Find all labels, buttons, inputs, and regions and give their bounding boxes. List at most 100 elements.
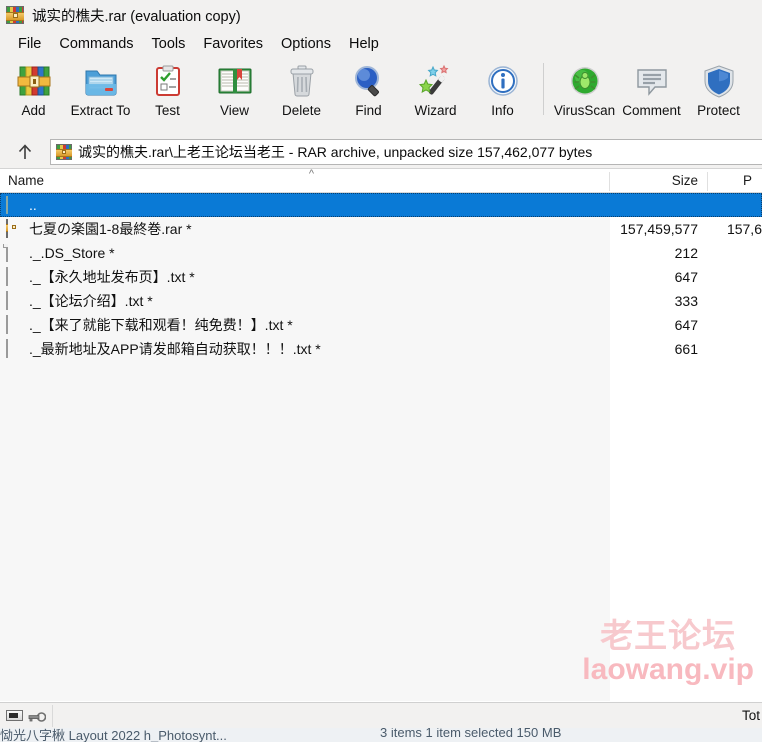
menu-item-favorites[interactable]: Favorites: [194, 34, 272, 54]
info-circle-icon: [485, 63, 521, 99]
sort-ascending-icon: ^: [308, 168, 315, 180]
file-rows: .. 七夏の楽園1-8最終巻.rar * 157,459,577 157,6 .…: [0, 193, 762, 361]
file-name: ._【永久地址发布页】.txt *: [29, 269, 195, 285]
key-icon[interactable]: [28, 710, 47, 722]
row-name-cell: ._【论坛介绍】.txt *: [0, 291, 610, 311]
toolbar-button-find[interactable]: Find: [335, 58, 402, 130]
background-taskbar-text: 恸光八字楸 Layout 2022 h_Photosynt...: [0, 728, 227, 742]
file-name: ._最新地址及APP请发邮箱自动获取！！！.txt *: [29, 341, 321, 357]
toolbar-button-view[interactable]: View: [201, 58, 268, 130]
menu-item-help[interactable]: Help: [340, 34, 388, 54]
file-name: 七夏の楽園1-8最終巻.rar *: [29, 221, 192, 237]
table-row[interactable]: 七夏の楽園1-8最終巻.rar * 157,459,577 157,6: [0, 217, 762, 241]
winrar-window: 诚实的樵夫.rar (evaluation copy) File Command…: [0, 0, 762, 742]
table-row[interactable]: ._.DS_Store * 212: [0, 241, 762, 265]
file-list-view[interactable]: Name ^ Size P .. 七夏の楽園1-8最終巻.rar * 157,4…: [0, 168, 762, 702]
extract-folder-icon: [83, 63, 119, 99]
winrar-books-icon: [56, 144, 72, 160]
menu-bar: File Commands Tools Favorites Options He…: [0, 30, 762, 58]
toolbar-button-wizard[interactable]: Wizard: [402, 58, 469, 130]
text-file-icon: [6, 315, 23, 334]
table-row[interactable]: ._【永久地址发布页】.txt * 647: [0, 265, 762, 289]
row-name-cell: ._.DS_Store *: [0, 244, 610, 262]
row-size-cell: 647: [674, 269, 698, 285]
menu-item-file[interactable]: File: [9, 34, 50, 54]
toolbar-label-wizard: Wizard: [414, 103, 457, 118]
row-packed-cell: 157,6: [726, 221, 762, 237]
row-size-cell: 647: [674, 317, 698, 333]
row-name-cell: ._最新地址及APP请发邮箱自动获取！！！.txt *: [0, 339, 610, 359]
toolbar-button-info[interactable]: Info: [469, 58, 536, 130]
row-size-cell: 661: [674, 341, 698, 357]
table-row[interactable]: ._【论坛介绍】.txt * 333: [0, 289, 762, 313]
toolbar-label-comment: Comment: [622, 103, 681, 118]
text-file-icon: [6, 267, 23, 286]
toolbar-label-delete: Delete: [281, 103, 322, 118]
row-size-cell: 333: [674, 293, 698, 309]
file-name: ._【来了就能下载和观看！纯免费！】.txt *: [29, 317, 293, 333]
winrar-books-icon: [6, 6, 24, 24]
toolbar-button-extract-to[interactable]: Extract To: [67, 58, 134, 130]
up-arrow-icon: [18, 144, 32, 159]
file-list-body[interactable]: .. 七夏の楽園1-8最終巻.rar * 157,459,577 157,6 .…: [0, 193, 762, 701]
toolbar-button-virusscan[interactable]: VirusScan: [551, 58, 618, 130]
status-icons-cell[interactable]: [0, 704, 53, 727]
archive-path-field[interactable]: 诚实的樵夫.rar\上老王论坛当老王 - RAR archive, unpack…: [50, 139, 762, 165]
wizard-wand-icon: [418, 63, 454, 99]
virusscan-bug-icon: [567, 63, 603, 99]
folder-icon: [6, 196, 23, 214]
winrar-archive-icon: [6, 219, 23, 238]
delete-trash-icon: [284, 63, 320, 99]
column-header-name-label: Name: [8, 173, 45, 188]
file-name: ._.DS_Store *: [29, 245, 115, 261]
disk-icon[interactable]: [6, 710, 23, 721]
toolbar-button-protect[interactable]: Protect: [685, 58, 752, 130]
toolbar-button-delete[interactable]: Delete: [268, 58, 335, 130]
toolbar: Add Extract To Test View Delete Find Wiz…: [0, 58, 762, 134]
status-bar: Tot: [0, 702, 762, 728]
toolbar-label-find: Find: [355, 103, 382, 118]
window-title: 诚实的樵夫.rar (evaluation copy): [32, 8, 241, 25]
toolbar-label-virusscan: VirusScan: [553, 103, 616, 118]
toolbar-label-info: Info: [491, 103, 514, 118]
background-explorer-status: 3 items 1 item selected 150 MB 恸光八字楸 Lay…: [0, 728, 762, 742]
text-file-icon: [6, 339, 23, 358]
toolbar-label-view: View: [219, 103, 250, 118]
toolbar-button-comment[interactable]: Comment: [618, 58, 685, 130]
column-header-packed-label: P: [742, 173, 752, 188]
menu-item-tools[interactable]: Tools: [143, 34, 195, 54]
file-name: ._【论坛介绍】.txt *: [29, 293, 153, 309]
column-header-packed[interactable]: P: [708, 169, 762, 192]
add-archive-icon: [16, 63, 52, 99]
menu-item-options[interactable]: Options: [272, 34, 340, 54]
menu-item-commands[interactable]: Commands: [50, 34, 142, 54]
column-header-size-label: Size: [671, 173, 698, 188]
row-size-cell: 212: [674, 245, 698, 261]
text-file-icon: [6, 291, 23, 310]
find-magnifier-icon: [351, 63, 387, 99]
blank-file-icon: [6, 244, 23, 262]
protect-shield-icon: [701, 63, 737, 99]
table-row[interactable]: ._【来了就能下载和观看！纯免费！】.txt * 647: [0, 313, 762, 337]
row-name-cell: ._【来了就能下载和观看！纯免费！】.txt *: [0, 315, 610, 335]
toolbar-button-add[interactable]: Add: [0, 58, 67, 130]
address-bar: 诚实的樵夫.rar\上老王论坛当老王 - RAR archive, unpack…: [0, 136, 762, 168]
file-name: ..: [29, 197, 37, 213]
background-explorer-text: 3 items 1 item selected 150 MB: [380, 728, 562, 740]
table-row[interactable]: ..: [0, 193, 762, 217]
view-book-icon: [217, 63, 253, 99]
toolbar-button-test[interactable]: Test: [134, 58, 201, 130]
toolbar-label-protect: Protect: [697, 103, 740, 118]
list-column-header: Name ^ Size P: [0, 168, 762, 193]
column-header-size[interactable]: Size: [610, 169, 708, 192]
toolbar-label-test: Test: [155, 103, 180, 118]
table-row[interactable]: ._最新地址及APP请发邮箱自动获取！！！.txt * 661: [0, 337, 762, 361]
toolbar-label-extract-to: Extract To: [70, 103, 131, 118]
row-name-cell: 七夏の楽園1-8最終巻.rar *: [0, 219, 610, 239]
row-name-cell: ._【永久地址发布页】.txt *: [0, 267, 610, 287]
up-one-level-button[interactable]: [8, 139, 42, 165]
column-header-name[interactable]: Name ^: [0, 169, 610, 192]
title-bar: 诚实的樵夫.rar (evaluation copy): [0, 0, 762, 30]
row-name-cell: ..: [0, 196, 610, 214]
toolbar-label-add: Add: [21, 103, 46, 118]
